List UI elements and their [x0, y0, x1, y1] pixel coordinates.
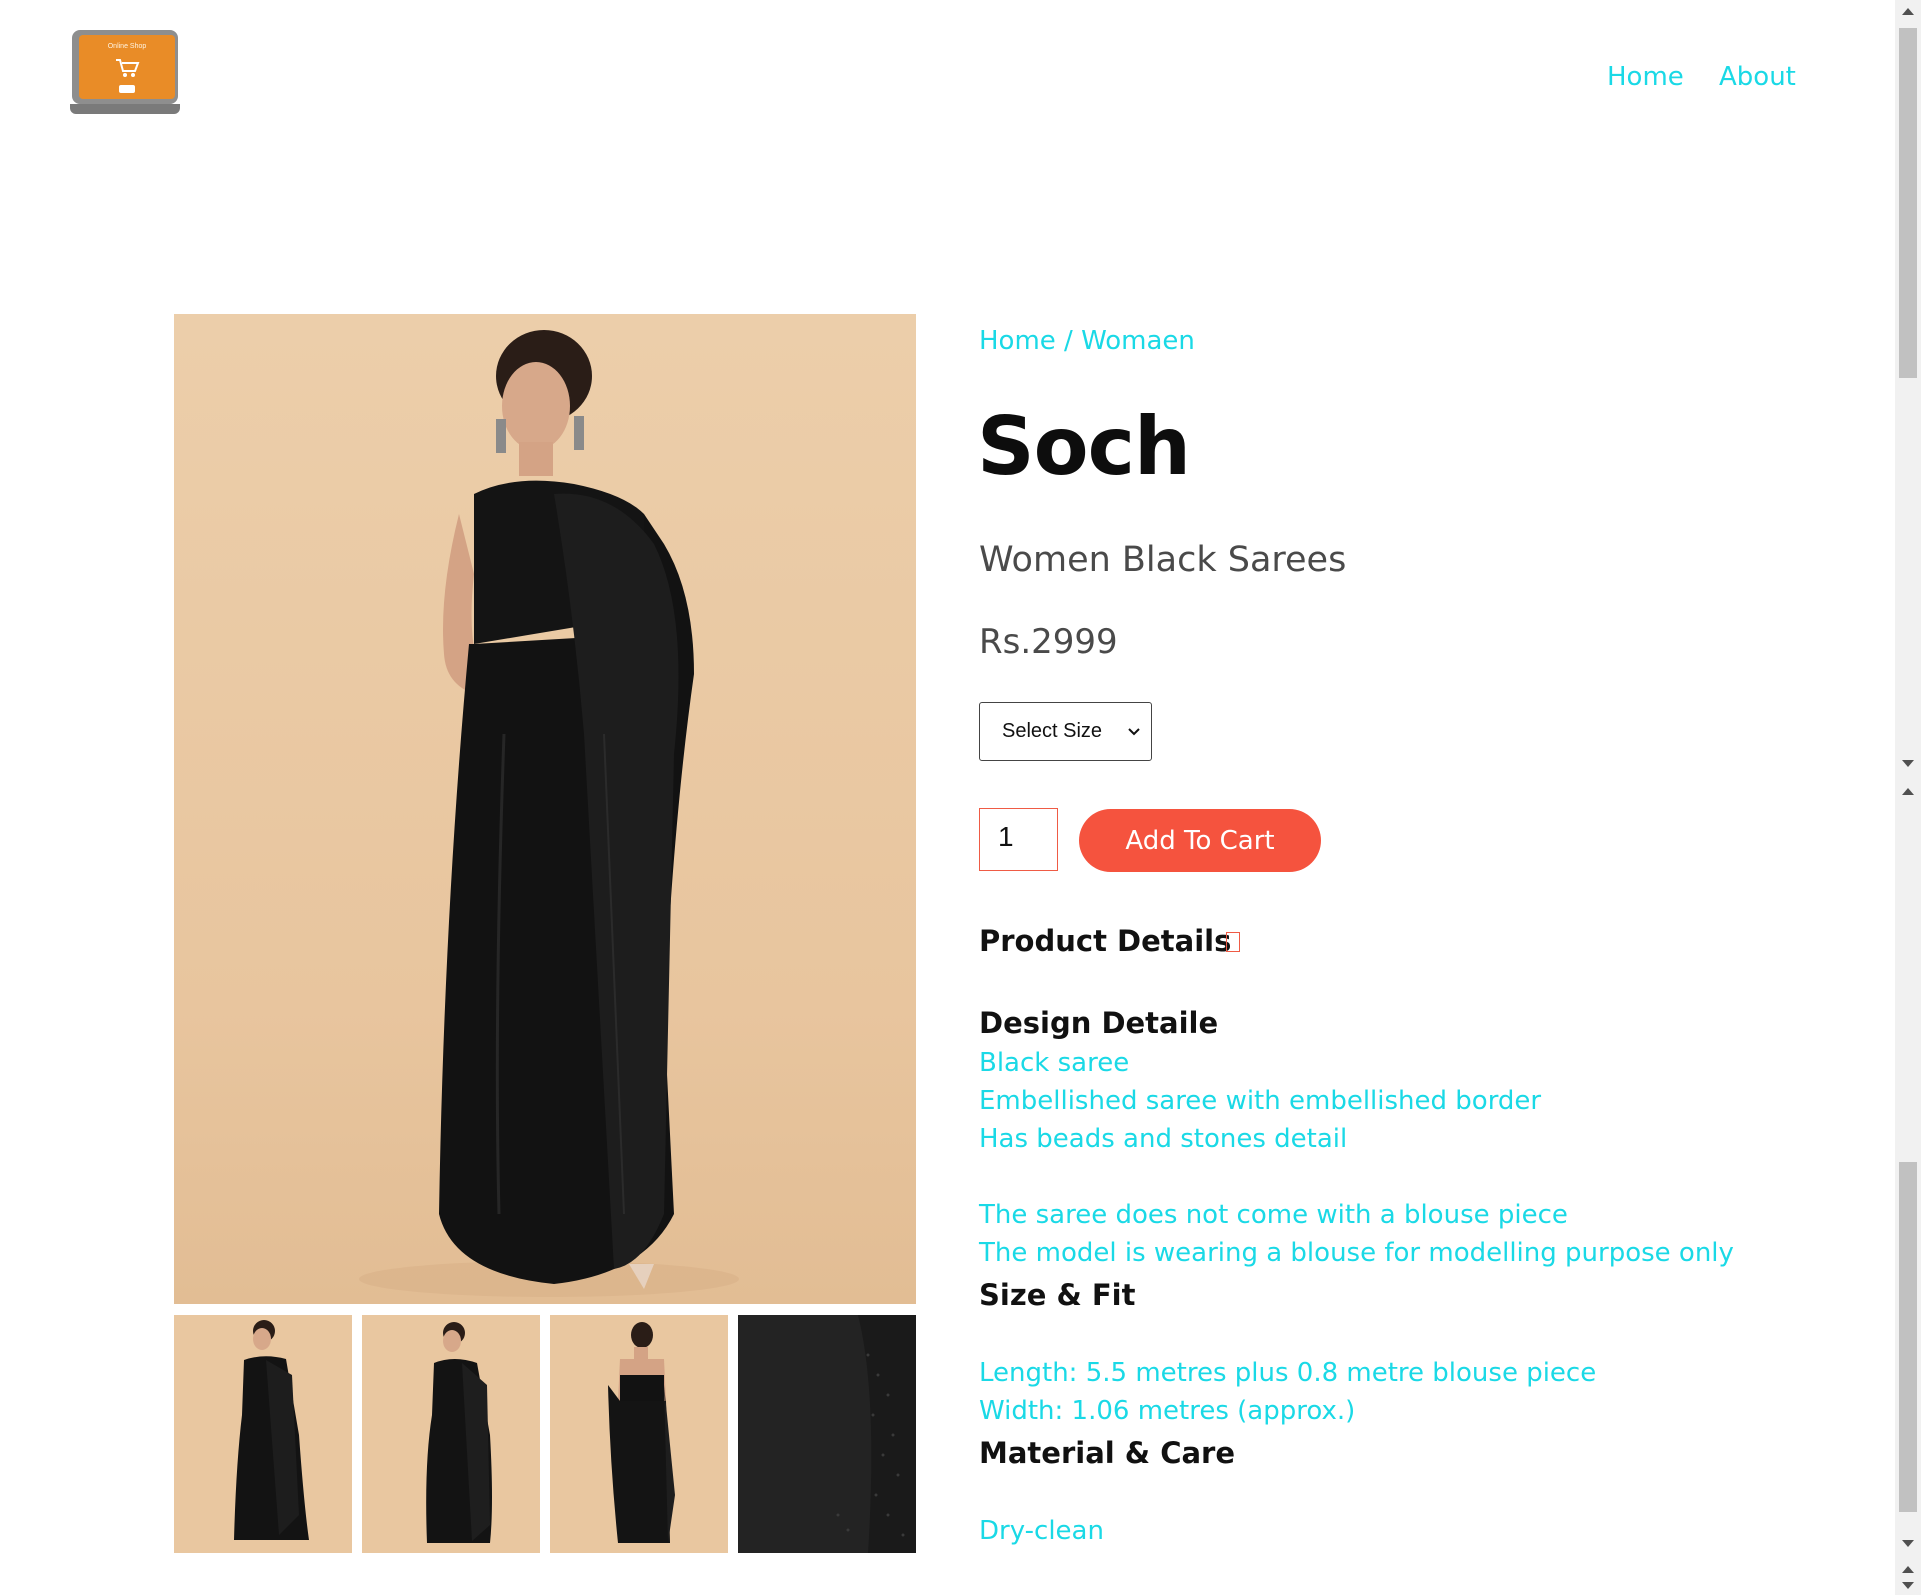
- product-main-image[interactable]: [174, 314, 916, 1304]
- thumbnail-1-image: [234, 1320, 309, 1540]
- logo-screen: Online Shop: [79, 35, 175, 99]
- square-outline-icon[interactable]: [1226, 932, 1240, 952]
- thumbnail-4[interactable]: [738, 1315, 916, 1553]
- thumbnail-3-image: [608, 1322, 675, 1543]
- site-header: Online Shop Home About: [0, 0, 1895, 160]
- design-line-2: Embellished saree with embellished borde…: [979, 1086, 1542, 1116]
- nav-about-link[interactable]: About: [1719, 62, 1796, 92]
- scroll-down-icon[interactable]: [1902, 760, 1914, 767]
- scroll-down-icon[interactable]: [1902, 1540, 1914, 1547]
- product-price: Rs.2999: [979, 622, 1118, 662]
- scroll-thumb[interactable]: [1899, 28, 1917, 378]
- cart-icon: [116, 59, 140, 77]
- product-details-heading[interactable]: Product Details: [979, 924, 1231, 958]
- thumbnail-strip: [174, 1315, 916, 1553]
- thumbnail-2-image: [426, 1322, 492, 1543]
- breadcrumb[interactable]: Home / Womaen: [979, 326, 1195, 356]
- page-scrollbar[interactable]: [1895, 0, 1921, 1595]
- logo-laptop-base: [70, 104, 180, 114]
- thumbnail-4-image: [738, 1315, 916, 1553]
- size-select-value: Select Size: [1002, 720, 1103, 742]
- thumbnail-2[interactable]: [362, 1315, 540, 1553]
- material-line-1: Dry-clean: [979, 1516, 1104, 1546]
- product-name: Women Black Sarees: [979, 540, 1347, 580]
- design-line-5: The model is wearing a blouse for modell…: [979, 1238, 1734, 1268]
- quantity-input[interactable]: 1: [979, 808, 1058, 871]
- model-illustration: [359, 330, 739, 1297]
- product-brand: Soch: [977, 400, 1191, 493]
- design-line-3: Has beads and stones detail: [979, 1124, 1348, 1154]
- nav-home-link[interactable]: Home: [1607, 62, 1684, 92]
- scroll-up-icon[interactable]: [1902, 8, 1914, 15]
- size-line-1: Length: 5.5 metres plus 0.8 metre blouse…: [979, 1358, 1597, 1388]
- scroll-down-icon[interactable]: [1902, 1582, 1914, 1589]
- logo-buy-badge: [119, 85, 135, 93]
- thumbnail-1[interactable]: [174, 1315, 352, 1553]
- design-line-4: The saree does not come with a blouse pi…: [979, 1200, 1568, 1230]
- material-care-title: Material & Care: [979, 1436, 1236, 1470]
- add-to-cart-button[interactable]: Add To Cart: [1079, 809, 1321, 872]
- size-fit-title: Size & Fit: [979, 1278, 1136, 1312]
- scroll-thumb[interactable]: [1899, 1162, 1917, 1512]
- thumbnail-3[interactable]: [550, 1315, 728, 1553]
- size-select[interactable]: Select Size: [979, 702, 1152, 761]
- site-logo[interactable]: Online Shop: [70, 30, 180, 114]
- chevron-down-icon: [1128, 727, 1140, 735]
- scroll-up-icon[interactable]: [1902, 788, 1914, 795]
- size-line-2: Width: 1.06 metres (approx.): [979, 1396, 1356, 1426]
- scroll-up-icon[interactable]: [1902, 1566, 1914, 1573]
- design-line-1: Black saree: [979, 1048, 1130, 1078]
- design-details-title: Design Detaile: [979, 1006, 1219, 1040]
- logo-text: Online Shop: [107, 43, 147, 50]
